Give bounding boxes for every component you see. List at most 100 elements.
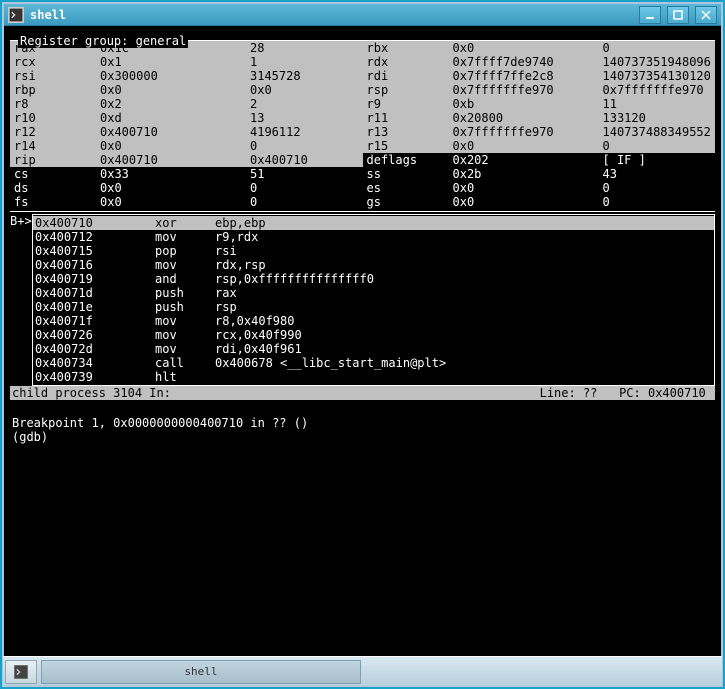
reg-dec: 1 bbox=[250, 55, 363, 69]
register-row: rdi0x7ffff7ffe2c8140737354130120 bbox=[363, 69, 716, 83]
asm-operands: rdx,rsp bbox=[215, 258, 266, 272]
reg-name: rsi bbox=[10, 69, 100, 83]
asm-row: 0x400726movrcx,0x40f990 bbox=[33, 328, 714, 342]
taskbar-app-shell[interactable]: shell bbox=[41, 660, 361, 684]
asm-addr: 0x40071d bbox=[35, 286, 155, 300]
register-panel: rax0x1c28rcx0x11rsi0x3000003145728rbp0x0… bbox=[10, 41, 715, 209]
reg-hex: 0x0 bbox=[453, 181, 603, 195]
reg-hex: 0xd bbox=[100, 111, 250, 125]
asm-mnemonic: mov bbox=[155, 314, 215, 328]
gdb-prompt[interactable]: (gdb) bbox=[12, 430, 55, 444]
register-group-title: Register group: general bbox=[18, 34, 188, 48]
reg-hex: 0x20800 bbox=[453, 111, 603, 125]
reg-hex: 0x202 bbox=[453, 153, 603, 167]
close-button[interactable] bbox=[695, 6, 717, 24]
reg-dec: [ IF ] bbox=[603, 153, 716, 167]
reg-dec: 0x0 bbox=[250, 83, 363, 97]
reg-hex: 0x0 bbox=[100, 195, 250, 209]
register-row: r120x4007104196112 bbox=[10, 125, 363, 139]
reg-hex: 0x400710 bbox=[100, 153, 250, 167]
asm-addr: 0x400715 bbox=[35, 244, 155, 258]
reg-dec: 0 bbox=[250, 195, 363, 209]
reg-name: deflags bbox=[363, 153, 453, 167]
asm-addr: 0x400710 bbox=[35, 216, 155, 230]
reg-dec: 0x400710 bbox=[250, 153, 363, 167]
reg-name: es bbox=[363, 181, 453, 195]
reg-name: rbp bbox=[10, 83, 100, 97]
reg-hex: 0x300000 bbox=[100, 69, 250, 83]
reg-dec: 0 bbox=[603, 195, 716, 209]
asm-addr: 0x400716 bbox=[35, 258, 155, 272]
reg-hex: 0x7ffff7ffe2c8 bbox=[453, 69, 603, 83]
reg-dec: 13 bbox=[250, 111, 363, 125]
asm-row: 0x400712movr9,rdx bbox=[33, 230, 714, 244]
reg-name: rbx bbox=[363, 41, 453, 55]
asm-addr: 0x400739 bbox=[35, 370, 155, 384]
minimize-button[interactable] bbox=[639, 6, 661, 24]
reg-hex: 0x7fffffffe970 bbox=[453, 125, 603, 139]
reg-hex: 0x0 bbox=[100, 139, 250, 153]
asm-addr: 0x400719 bbox=[35, 272, 155, 286]
asm-mnemonic: push bbox=[155, 286, 215, 300]
reg-dec: 3145728 bbox=[250, 69, 363, 83]
reg-hex: 0xb bbox=[453, 97, 603, 111]
asm-row: 0x400716movrdx,rsp bbox=[33, 258, 714, 272]
asm-operands: rsi bbox=[215, 244, 237, 258]
register-row: r140x00 bbox=[10, 139, 363, 153]
status-line: child process 3104 In: Line: ?? PC: 0x40… bbox=[10, 386, 715, 400]
maximize-button[interactable] bbox=[667, 6, 689, 24]
register-row: deflags0x202[ IF ] bbox=[363, 153, 716, 167]
reg-dec: 140737488349552 bbox=[603, 125, 716, 139]
terminal-content[interactable]: Register group: general rax0x1c28rcx0x11… bbox=[4, 26, 721, 685]
reg-hex: 0x0 bbox=[100, 181, 250, 195]
status-right: Line: ?? PC: 0x400710 bbox=[540, 386, 713, 400]
asm-operands: rsp,0xfffffffffffffff0 bbox=[215, 272, 374, 286]
terminal-icon bbox=[14, 665, 28, 679]
reg-hex: 0x2b bbox=[453, 167, 603, 181]
titlebar[interactable]: shell bbox=[4, 4, 721, 26]
asm-mnemonic: mov bbox=[155, 258, 215, 272]
reg-hex: 0x400710 bbox=[100, 125, 250, 139]
reg-dec: 2 bbox=[250, 97, 363, 111]
asm-mnemonic: push bbox=[155, 300, 215, 314]
reg-dec: 28 bbox=[250, 41, 363, 55]
reg-name: rip bbox=[10, 153, 100, 167]
register-row: r110x20800133120 bbox=[363, 111, 716, 125]
app-window: shell Register group: general rax0x1c28r… bbox=[2, 2, 723, 687]
disassembly-panel: 0x400710xorebp,ebp0x400712movr9,rdx0x400… bbox=[32, 214, 715, 386]
window-buttons bbox=[639, 6, 717, 24]
reg-name: r8 bbox=[10, 97, 100, 111]
asm-operands: rax bbox=[215, 286, 237, 300]
reg-name: r14 bbox=[10, 139, 100, 153]
asm-operands: r8,0x40f980 bbox=[215, 314, 294, 328]
register-row: rsp0x7fffffffe9700x7fffffffe970 bbox=[363, 83, 716, 97]
start-button[interactable] bbox=[5, 660, 37, 684]
asm-addr: 0x400734 bbox=[35, 356, 155, 370]
reg-hex: 0x7ffff7de9740 bbox=[453, 55, 603, 69]
reg-name: r11 bbox=[363, 111, 453, 125]
reg-dec: 0 bbox=[603, 139, 716, 153]
reg-name: r9 bbox=[363, 97, 453, 111]
asm-operands: rsp bbox=[215, 300, 237, 314]
asm-row: 0x40072dmovrdi,0x40f961 bbox=[33, 342, 714, 356]
asm-operands: ebp,ebp bbox=[215, 216, 266, 230]
register-row: gs0x00 bbox=[363, 195, 716, 209]
register-row: cs0x3351 bbox=[10, 167, 363, 181]
reg-name: cs bbox=[10, 167, 100, 181]
reg-name: ds bbox=[10, 181, 100, 195]
taskbar[interactable]: shell bbox=[3, 656, 722, 686]
asm-row: 0x40071epushrsp bbox=[33, 300, 714, 314]
asm-mnemonic: xor bbox=[155, 216, 215, 230]
reg-hex: 0x1 bbox=[100, 55, 250, 69]
reg-name: rsp bbox=[363, 83, 453, 97]
register-row: r90xb11 bbox=[363, 97, 716, 111]
reg-name: r12 bbox=[10, 125, 100, 139]
asm-operands: r9,rdx bbox=[215, 230, 258, 244]
register-row: rcx0x11 bbox=[10, 55, 363, 69]
register-row: fs0x00 bbox=[10, 195, 363, 209]
taskbar-item-label: shell bbox=[184, 665, 217, 678]
register-row: ds0x00 bbox=[10, 181, 363, 195]
reg-dec: 0 bbox=[603, 181, 716, 195]
asm-row: 0x40071dpushrax bbox=[33, 286, 714, 300]
reg-hex: 0x7fffffffe970 bbox=[453, 83, 603, 97]
